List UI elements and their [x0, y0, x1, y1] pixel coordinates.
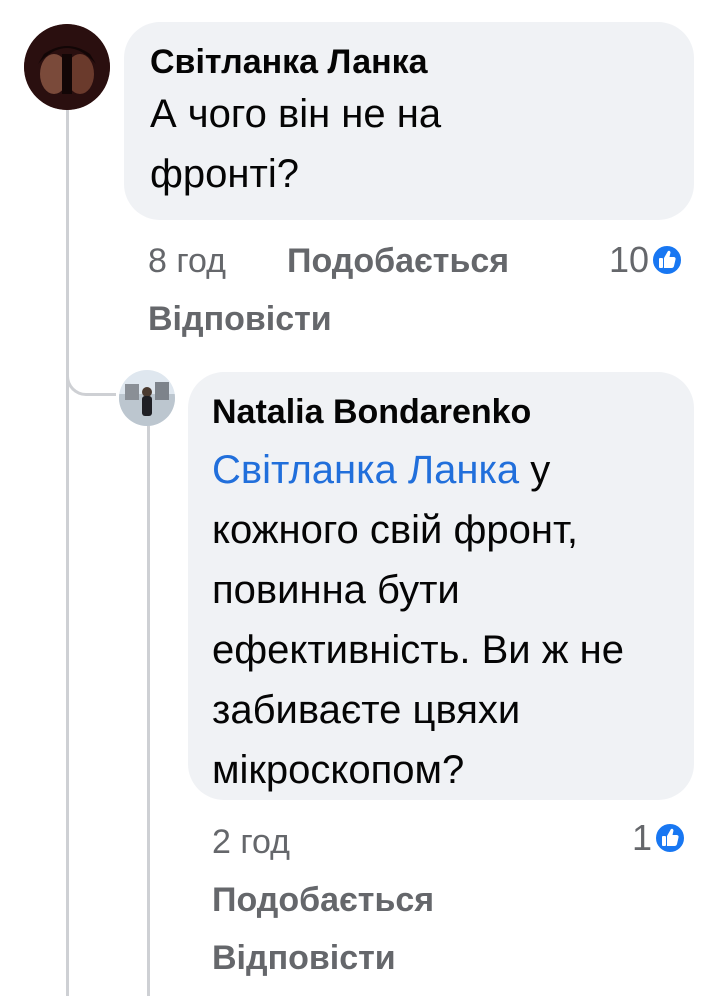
reply-mention-link[interactable]: Світланка Ланка — [212, 448, 519, 492]
comment-author[interactable]: Світланка Ланка — [150, 42, 668, 82]
comment-timestamp[interactable]: 8 год — [148, 241, 226, 281]
reply-bubble: Natalia Bondarenko Світланка Ланка у кож… — [188, 372, 694, 800]
avatar-commenter[interactable] — [24, 24, 110, 110]
comment-like-button[interactable]: Подобається — [287, 241, 509, 281]
reply-reactions[interactable]: 1 — [632, 817, 687, 858]
comment-text: А чого він не на фронті? — [150, 92, 442, 196]
like-icon — [654, 822, 687, 854]
thread-connector-reply — [66, 110, 116, 396]
comment-reactions[interactable]: 10 — [609, 239, 684, 280]
reply-reply-button[interactable]: Відповісти — [212, 938, 396, 978]
thread-line-reply — [147, 420, 150, 996]
reply-like-button[interactable]: Подобається — [212, 880, 434, 920]
reply-reaction-count: 1 — [632, 817, 653, 858]
like-icon — [651, 244, 684, 276]
reply-author[interactable]: Natalia Bondarenko — [212, 392, 670, 432]
reply-text-body: у кожного свій фронт, повинна бути ефект… — [212, 448, 624, 792]
avatar-replier[interactable] — [119, 370, 175, 426]
comment-reaction-count: 10 — [609, 239, 650, 280]
reply-timestamp[interactable]: 2 год — [212, 822, 290, 862]
reply-text: Світланка Ланка у кожного свій фронт, по… — [212, 440, 662, 800]
comment-bubble: Світланка Ланка А чого він не на фронті? — [124, 22, 694, 220]
comment-reply-button[interactable]: Відповісти — [148, 299, 332, 339]
